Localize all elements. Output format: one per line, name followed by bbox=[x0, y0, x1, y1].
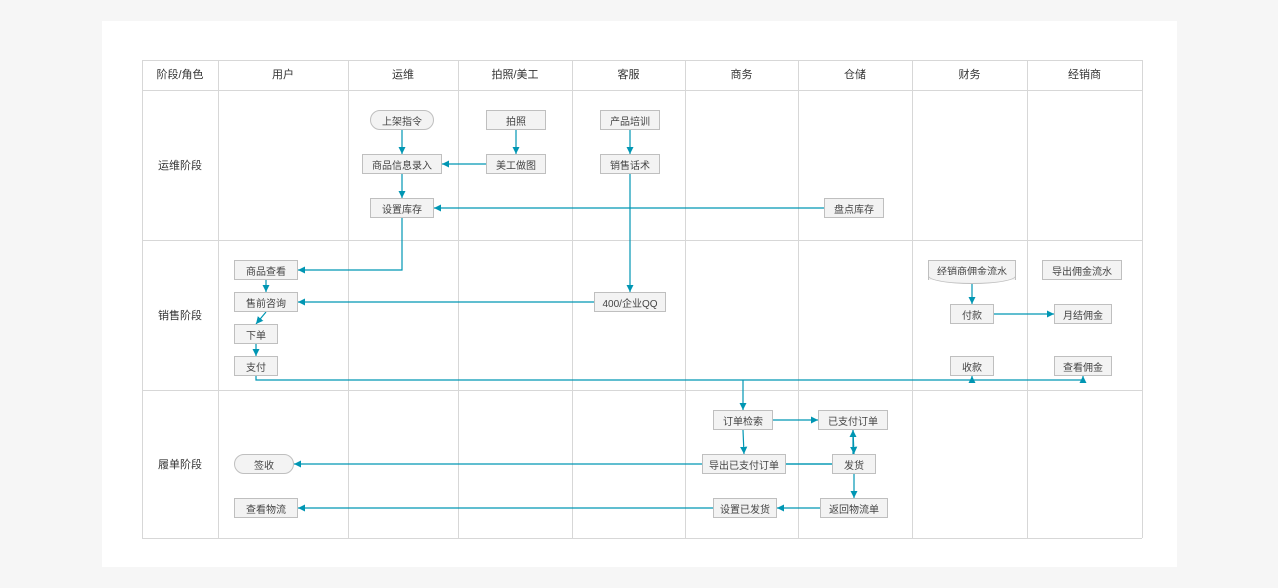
flow-node-retlogi: 返回物流单 bbox=[820, 498, 888, 518]
flow-node-countstock: 盘点库存 bbox=[824, 198, 884, 218]
swimlane-diagram: 阶段/角色用户运维拍照/美工客服商务仓储财务经销商 运维阶段销售阶段履单阶段 上… bbox=[142, 60, 1142, 538]
flow-node-art: 美工做图 bbox=[486, 154, 546, 174]
phase-label: 运维阶段 bbox=[142, 157, 218, 173]
flow-node-recv: 收款 bbox=[950, 356, 994, 376]
flow-node-search: 订单检索 bbox=[713, 410, 773, 430]
flow-node-logi: 查看物流 bbox=[234, 498, 298, 518]
flow-node-payout: 付款 bbox=[950, 304, 994, 324]
flow-node-order: 下单 bbox=[234, 324, 278, 344]
flow-node-train: 产品培训 bbox=[600, 110, 660, 130]
flow-node-expflow: 导出佣金流水 bbox=[1042, 260, 1122, 280]
phase-label: 销售阶段 bbox=[142, 307, 218, 323]
column-header: 拍照/美工 bbox=[458, 60, 572, 90]
column-header: 用户 bbox=[218, 60, 348, 90]
column-header: 仓储 bbox=[798, 60, 912, 90]
flow-node-photo: 拍照 bbox=[486, 110, 546, 130]
flow-node-paid: 已支付订单 bbox=[818, 410, 888, 430]
column-header: 运维 bbox=[348, 60, 458, 90]
flow-node-script: 销售话术 bbox=[600, 154, 660, 174]
column-header: 财务 bbox=[912, 60, 1027, 90]
flow-node-sign: 签收 bbox=[234, 454, 294, 474]
column-header: 经销商 bbox=[1027, 60, 1142, 90]
flow-node-ship: 发货 bbox=[832, 454, 876, 474]
flow-node-dflow: 经销商佣金流水 bbox=[928, 260, 1016, 280]
flow-node-info: 商品信息录入 bbox=[362, 154, 442, 174]
column-header: 商务 bbox=[685, 60, 798, 90]
phase-label: 履单阶段 bbox=[142, 456, 218, 472]
flow-node-exppaid: 导出已支付订单 bbox=[702, 454, 786, 474]
flow-node-cmd: 上架指令 bbox=[370, 110, 434, 130]
flow-node-qq: 400/企业QQ bbox=[594, 292, 666, 312]
flow-node-pay: 支付 bbox=[234, 356, 278, 376]
flow-node-view: 商品查看 bbox=[234, 260, 298, 280]
column-header: 阶段/角色 bbox=[142, 60, 218, 90]
canvas: 阶段/角色用户运维拍照/美工客服商务仓储财务经销商 运维阶段销售阶段履单阶段 上… bbox=[0, 0, 1278, 588]
flow-node-presale: 售前咨询 bbox=[234, 292, 298, 312]
flow-node-setstock: 设置库存 bbox=[370, 198, 434, 218]
flow-node-seecomm: 查看佣金 bbox=[1054, 356, 1112, 376]
column-header: 客服 bbox=[572, 60, 685, 90]
flow-node-monthly: 月结佣金 bbox=[1054, 304, 1112, 324]
flow-node-setshipped: 设置已发货 bbox=[713, 498, 777, 518]
